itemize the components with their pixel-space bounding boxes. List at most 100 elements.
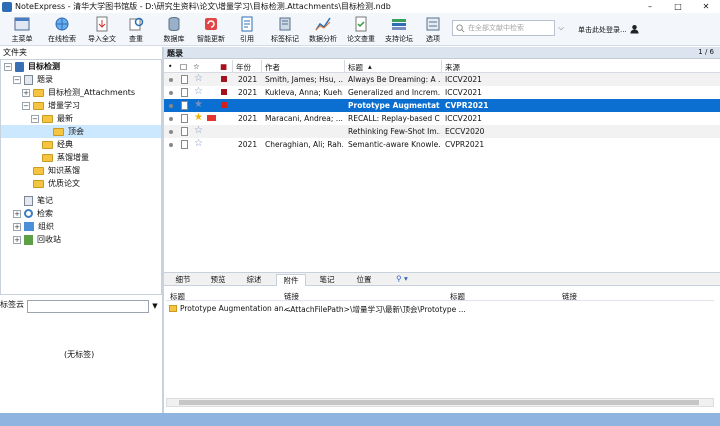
table-row[interactable]: ☆ 2021 Cheraghian, Ali; Rah... Semantic-awa…	[164, 138, 720, 151]
col-author[interactable]: 作者	[265, 62, 280, 73]
scroll-thumb[interactable]	[179, 400, 699, 405]
tree-item-incremental[interactable]: − 增量学习	[1, 99, 161, 112]
read-dot-icon	[169, 117, 173, 121]
support-forum-button[interactable]: 支持论坛	[382, 14, 416, 45]
expand-icon[interactable]: +	[13, 209, 21, 218]
tree-item-classic[interactable]: 经典	[1, 138, 161, 151]
table-row[interactable]: ★ Prototype Augmentatio CVPR2021	[164, 99, 720, 112]
col-dot-icon: •	[168, 62, 173, 71]
collapse-icon[interactable]: −	[13, 75, 21, 84]
document-icon	[181, 140, 188, 149]
expand-icon[interactable]: +	[13, 235, 21, 244]
star-icon[interactable]: ☆	[194, 86, 203, 97]
sort-asc-icon: ▴	[368, 62, 372, 71]
search-dropdown-button[interactable]: ⌵	[555, 20, 567, 36]
table-row[interactable]: ☆ Rethinking Few-Shot Im... ECCV2020	[164, 125, 720, 138]
att-col-link2[interactable]: 链接	[562, 291, 577, 302]
app-window: NoteExpress - 清华大学图书馆版 - D:\研究生资料\论文\增量学…	[0, 0, 720, 426]
read-dot-icon	[169, 104, 173, 108]
document-icon	[181, 127, 188, 136]
table-row[interactable]: ☆ 2021 Smith, James; Hsu, ... Always Be Dre…	[164, 73, 720, 86]
options-button[interactable]: 选项	[422, 14, 444, 45]
folder-tree: − 目标检测 − 题录 + 目标检测_Attachments − 增量学习 − …	[0, 59, 162, 295]
att-col-title[interactable]: 标题	[170, 291, 185, 302]
cell-title: Rethinking Few-Shot Im...	[348, 127, 440, 136]
folder-icon	[42, 153, 53, 162]
tab-item[interactable]: 预览	[204, 274, 232, 286]
paper-check-button[interactable]: 论文查重	[344, 14, 378, 45]
tab-item[interactable]: 笔记	[314, 274, 340, 286]
attachment-clip-icon[interactable]: ⚲ ▾	[392, 274, 412, 286]
att-link: <AttachFilePath>\增量学习\最新\顶会\Prototype ..…	[284, 305, 466, 314]
smart-update-button[interactable]: 智能更新	[196, 14, 226, 45]
cell-source: ICCV2021	[445, 75, 482, 84]
user-icon[interactable]	[630, 24, 639, 34]
tree-item-search[interactable]: + 检索	[1, 207, 161, 220]
tab-item[interactable]: 细节	[170, 274, 196, 286]
tree-item-latest[interactable]: − 最新	[1, 112, 161, 125]
tree-item-records[interactable]: − 题录	[1, 73, 161, 86]
star-icon[interactable]: ☆	[194, 73, 203, 84]
att-col-title2[interactable]: 标题	[450, 291, 465, 302]
star-icon[interactable]: ☆	[194, 138, 203, 149]
att-col-link[interactable]: 链接	[284, 291, 299, 302]
star-icon[interactable]: ☆	[194, 125, 203, 136]
col-star-icon: ☆	[193, 62, 200, 71]
tree-item-root[interactable]: − 目标检测	[1, 60, 161, 73]
horizontal-scrollbar[interactable]	[166, 398, 714, 407]
tree-item-recycle[interactable]: + 回收站	[1, 233, 161, 246]
tag-dropdown-button[interactable]: ▼	[150, 300, 160, 313]
star-icon[interactable]: ★	[194, 99, 203, 110]
analysis-icon	[315, 17, 331, 31]
expand-icon[interactable]: +	[13, 222, 21, 231]
table-row[interactable]: ☆ 2021 Kukleva, Anna; Kueh... Generalized a…	[164, 86, 720, 99]
collapse-icon[interactable]: −	[22, 101, 30, 110]
cell-year: 2021	[238, 140, 258, 149]
document-icon	[181, 75, 188, 84]
flag-icon	[221, 76, 227, 82]
import-fulltext-button[interactable]: 导入全文	[84, 14, 120, 45]
col-source[interactable]: 来源	[445, 62, 460, 73]
col-year[interactable]: 年份	[236, 62, 251, 73]
attachment-row[interactable]: Prototype Augmentation an... <AttachFile…	[166, 302, 714, 315]
close-button[interactable]: ✕	[692, 0, 720, 13]
tab-item[interactable]: 附件	[276, 274, 306, 286]
tree-item-distill-incr[interactable]: 蒸馏增量	[1, 151, 161, 164]
table-row[interactable]: ★ 2021 Maracani, Andrea; ... RECALL: Replay…	[164, 112, 720, 125]
data-analysis-button[interactable]: 数据分析	[306, 14, 340, 45]
tree-item-notes[interactable]: 笔记	[1, 194, 161, 207]
star-icon[interactable]: ★	[194, 112, 203, 123]
tab-item[interactable]: 综述	[240, 274, 268, 286]
cell-author: Smith, James; Hsu, ...	[265, 75, 343, 84]
collapse-icon[interactable]: −	[4, 62, 12, 71]
tree-item-quality[interactable]: 优质论文	[1, 177, 161, 190]
maximize-button[interactable]: □	[664, 0, 692, 13]
tree-item-knowledge-distill[interactable]: 知识蒸馏	[1, 164, 161, 177]
tag-mark-button[interactable]: 标签标记	[268, 14, 302, 45]
minimize-button[interactable]: –	[636, 0, 664, 13]
expand-icon[interactable]: +	[22, 88, 30, 97]
col-title[interactable]: 标题	[348, 62, 363, 73]
cite-button[interactable]: 引用	[236, 14, 258, 45]
search-input[interactable]: 在全部文献中检索	[452, 20, 555, 36]
attachment-header: 标题 链接 标题 链接	[166, 288, 714, 301]
collapse-icon[interactable]: −	[31, 114, 39, 123]
cell-author: Maracani, Andrea; ...	[265, 114, 343, 123]
tree-item-top-conf[interactable]: 顶会	[1, 125, 161, 138]
window-title: NoteExpress - 清华大学图书馆版 - D:\研究生资料\论文\增量学…	[15, 2, 391, 11]
cell-source: ICCV2021	[445, 88, 482, 97]
main-menu-button[interactable]: 主菜单	[8, 14, 36, 45]
login-link[interactable]: 单击此处登录...	[578, 25, 627, 35]
read-dot-icon	[169, 130, 173, 134]
tree-item-organize[interactable]: + 组织	[1, 220, 161, 233]
tag-filter-input[interactable]	[27, 300, 149, 313]
online-search-button[interactable]: 在线检索	[44, 14, 80, 45]
folder-icon	[33, 88, 44, 97]
forum-icon	[392, 19, 406, 30]
dedupe-button[interactable]: 查重	[124, 14, 148, 45]
column-header-row: • □ ☆ ■ 年份 作者 标题 ▴ 来源	[164, 60, 720, 73]
tree-item-attachments[interactable]: + 目标检测_Attachments	[1, 86, 161, 99]
import-icon	[96, 16, 108, 32]
tab-item[interactable]: 位置	[350, 274, 378, 286]
database-button[interactable]: 数据库	[160, 14, 188, 45]
